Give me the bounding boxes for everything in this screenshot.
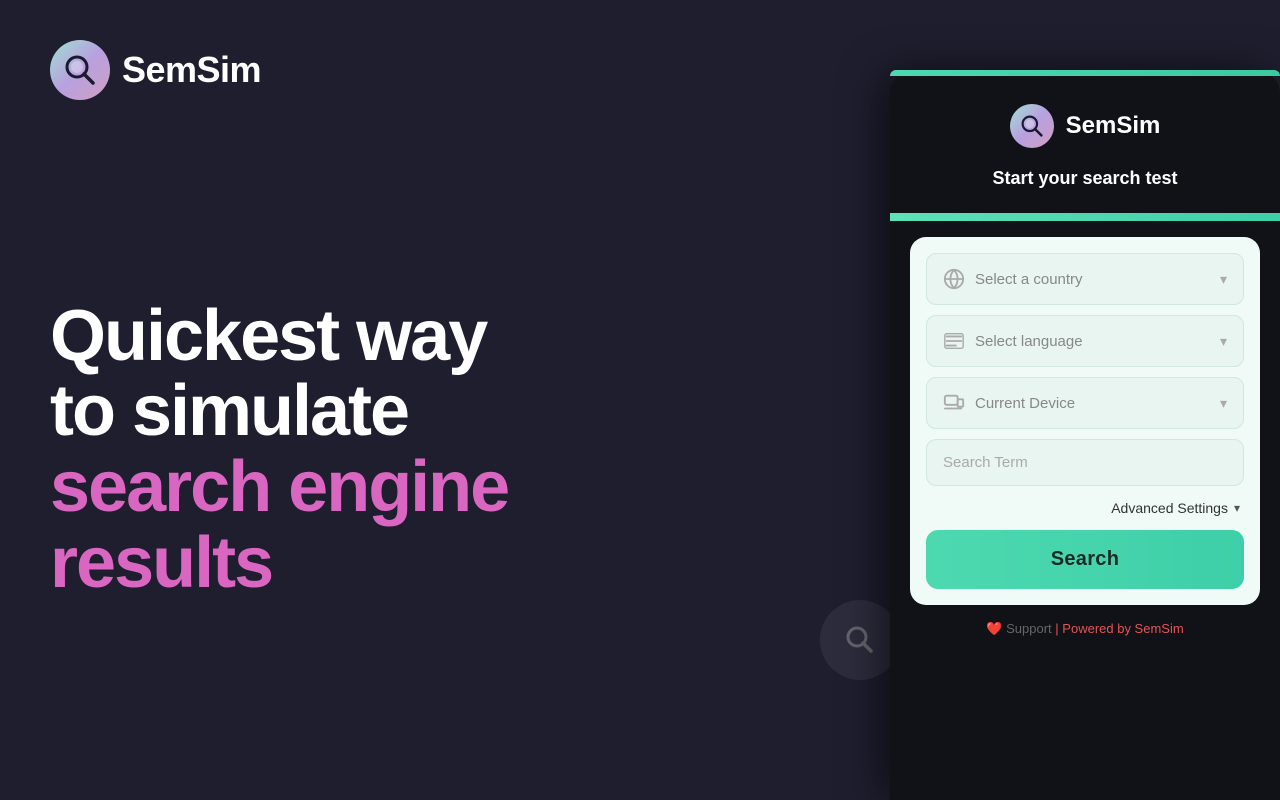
support-link[interactable]: Support [1006,621,1052,636]
hero-line3: search engine [50,450,840,526]
advanced-settings-chevron-icon: ▾ [1234,501,1240,515]
card-brand-name: SemSim [1066,112,1161,140]
search-form: Select a country ▾ Select language ▾ [910,237,1260,605]
language-placeholder: Select language [975,333,1083,350]
hero-line1: Quickest way [50,299,840,375]
language-chevron-icon: ▾ [1220,333,1227,350]
device-select[interactable]: Current Device ▾ [926,377,1244,429]
hero-line2: to simulate [50,374,840,450]
hero-section: Quickest way to simulate search engine r… [50,140,840,760]
search-button[interactable]: Search [926,530,1244,589]
language-icon [943,330,965,352]
advanced-settings-label[interactable]: Advanced Settings [1111,500,1228,516]
card-logo-icon [1010,104,1054,148]
country-placeholder: Select a country [975,271,1083,288]
card-footer: ❤️ Support | Powered by SemSim [890,605,1280,657]
logo-area: SemSim [50,40,840,100]
footer-separator: | [1055,621,1058,636]
logo-icon [50,40,110,100]
hero-line4: results [50,526,840,602]
country-select[interactable]: Select a country ▾ [926,253,1244,305]
search-term-input[interactable] [926,439,1244,486]
card-header: SemSim [890,76,1280,148]
card-subtitle: Start your search test [890,168,1280,189]
brand-name: SemSim [122,49,261,91]
globe-icon [943,268,965,290]
device-chevron-icon: ▾ [1220,395,1227,412]
teal-accent-bar [890,213,1280,221]
search-card: SemSim Start your search test Select a c… [890,70,1280,800]
heart-icon: ❤️ [986,621,1002,636]
language-select[interactable]: Select language ▾ [926,315,1244,367]
advanced-settings-row[interactable]: Advanced Settings ▾ [926,496,1244,516]
device-icon [943,392,965,414]
powered-by: Powered by SemSim [1062,621,1183,636]
device-placeholder: Current Device [975,395,1075,412]
country-chevron-icon: ▾ [1220,271,1227,288]
